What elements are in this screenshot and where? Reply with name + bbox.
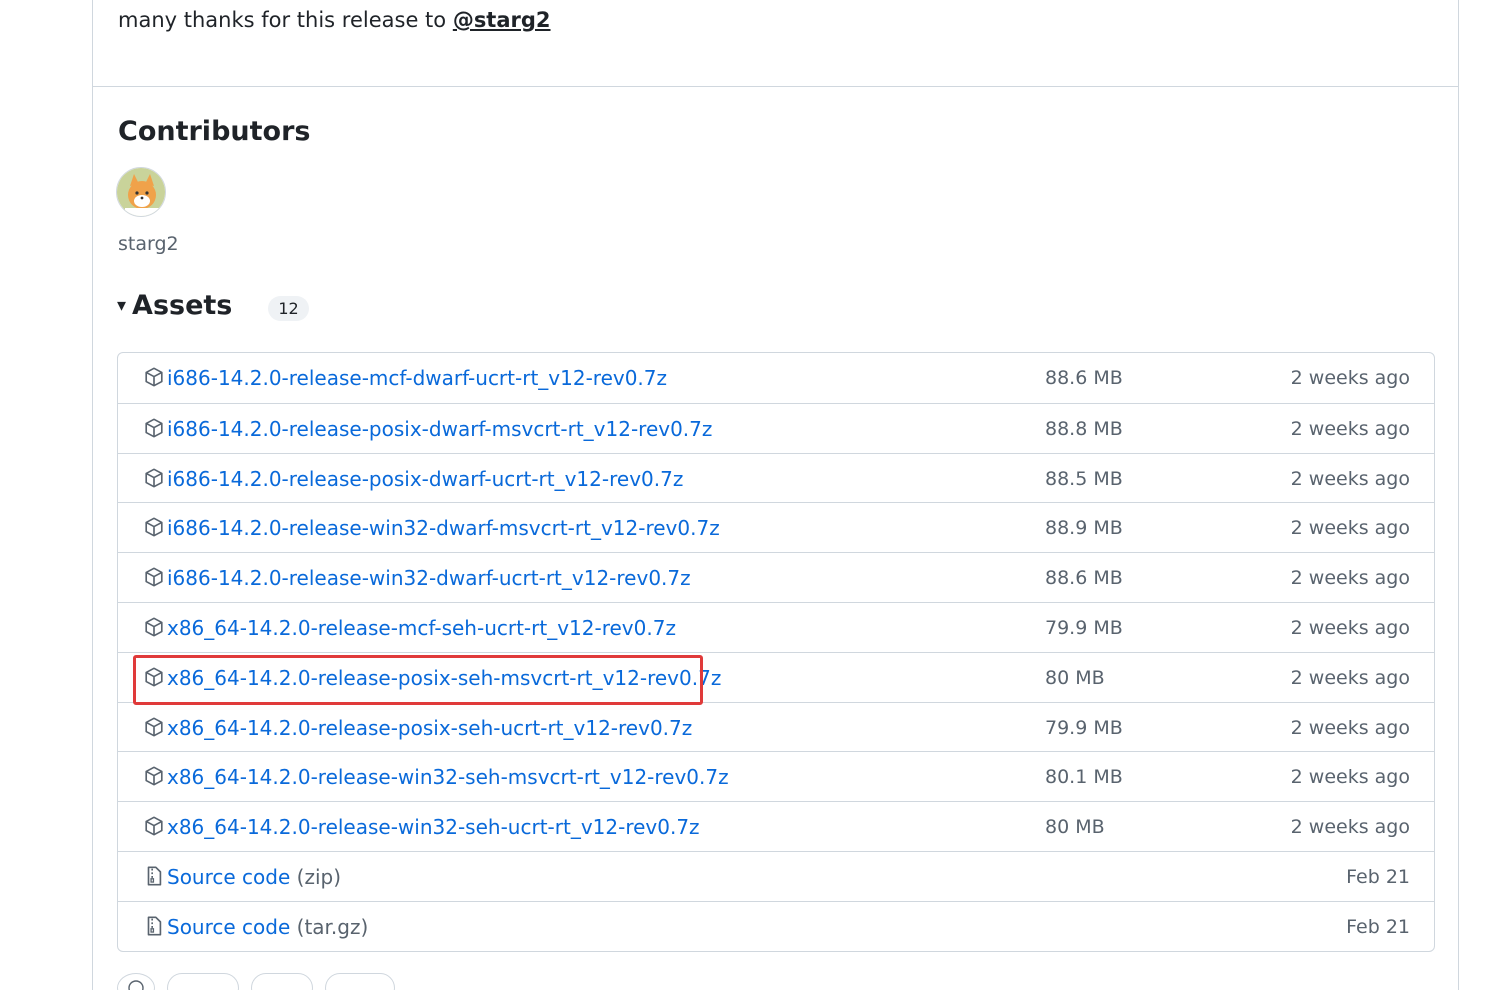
asset-download-link[interactable]: i686-14.2.0-release-win32-dwarf-ucrt-rt_… — [167, 566, 691, 590]
asset-download-link[interactable]: i686-14.2.0-release-posix-dwarf-msvcrt-r… — [167, 417, 712, 441]
contributor-avatar[interactable] — [116, 167, 166, 217]
asset-name: x86_64-14.2.0-release-posix-seh-ucrt-rt_… — [167, 715, 693, 740]
caret-down-icon: ▾ — [117, 295, 127, 316]
assets-list: i686-14.2.0-release-mcf-dwarf-ucrt-rt_v1… — [117, 352, 1435, 952]
asset-size: 80 MB — [1045, 666, 1105, 689]
asset-date: 2 weeks ago — [1290, 567, 1410, 590]
asset-name: i686-14.2.0-release-posix-dwarf-msvcrt-r… — [167, 416, 713, 441]
package-icon — [143, 666, 165, 688]
asset-row: i686-14.2.0-release-win32-dwarf-ucrt-rt_… — [118, 552, 1434, 602]
contributor-name[interactable]: starg2 — [118, 233, 179, 255]
asset-row: x86_64-14.2.0-release-posix-seh-ucrt-rt_… — [118, 701, 1434, 752]
asset-download-link[interactable]: Source code (tar.gz) — [167, 915, 368, 939]
asset-date: Feb 21 — [1346, 915, 1410, 938]
asset-size: 88.6 MB — [1045, 367, 1123, 389]
assets-summary[interactable]: ▾ Assets 12 — [117, 290, 309, 321]
asset-size: 80.1 MB — [1045, 766, 1123, 789]
reaction-rocket[interactable] — [325, 973, 395, 990]
asset-row: x86_64-14.2.0-release-win32-seh-ucrt-rt_… — [118, 801, 1434, 851]
fox-avatar-icon — [117, 168, 165, 216]
asset-download-link[interactable]: x86_64-14.2.0-release-posix-seh-ucrt-rt_… — [167, 716, 692, 740]
asset-name: x86_64-14.2.0-release-mcf-seh-ucrt-rt_v1… — [167, 615, 676, 640]
asset-date: 2 weeks ago — [1290, 517, 1410, 540]
asset-row: i686-14.2.0-release-posix-dwarf-ucrt-rt_… — [118, 452, 1434, 503]
asset-row: Source code (zip) Feb 21 — [118, 850, 1434, 901]
reactions-bar — [117, 973, 395, 990]
add-reaction-button[interactable] — [117, 973, 155, 990]
asset-date: 2 weeks ago — [1290, 716, 1410, 739]
asset-date: 2 weeks ago — [1290, 766, 1410, 789]
asset-row: x86_64-14.2.0-release-mcf-seh-ucrt-rt_v1… — [118, 601, 1434, 652]
asset-date: 2 weeks ago — [1290, 816, 1410, 839]
asset-name: x86_64-14.2.0-release-win32-seh-msvcrt-r… — [167, 765, 729, 790]
package-icon — [143, 467, 165, 489]
asset-row: i686-14.2.0-release-posix-dwarf-msvcrt-r… — [118, 402, 1434, 453]
package-icon — [143, 616, 165, 638]
reaction-hooray[interactable] — [251, 973, 313, 990]
asset-row: i686-14.2.0-release-mcf-dwarf-ucrt-rt_v1… — [118, 353, 1434, 403]
package-icon — [143, 366, 165, 388]
asset-download-link[interactable]: x86_64-14.2.0-release-win32-seh-msvcrt-r… — [167, 765, 729, 789]
asset-name: Source code — [167, 864, 291, 889]
asset-row: Source code (tar.gz) Feb 21 — [118, 900, 1434, 951]
asset-date: 2 weeks ago — [1290, 666, 1410, 689]
thanks-text: many thanks for this release to — [118, 8, 447, 32]
asset-download-link[interactable]: Source code (zip) — [167, 865, 341, 889]
contributors-heading: Contributors — [118, 116, 311, 147]
asset-download-link[interactable]: i686-14.2.0-release-mcf-dwarf-ucrt-rt_v1… — [167, 366, 667, 390]
package-icon — [143, 417, 165, 439]
asset-name: i686-14.2.0-release-win32-dwarf-msvcrt-r… — [167, 516, 720, 541]
file-zip-icon — [143, 865, 165, 887]
asset-size: 88.6 MB — [1045, 567, 1123, 590]
asset-download-link[interactable]: x86_64-14.2.0-release-posix-seh-msvcrt-r… — [167, 666, 721, 690]
asset-name: i686-14.2.0-release-posix-dwarf-ucrt-rt_… — [167, 466, 684, 491]
reaction-thumbs-up[interactable] — [167, 973, 239, 990]
package-icon — [143, 566, 165, 588]
asset-format: (tar.gz) — [296, 914, 369, 939]
asset-size: 80 MB — [1045, 816, 1105, 839]
asset-date: 2 weeks ago — [1290, 417, 1410, 440]
package-icon — [143, 815, 165, 837]
asset-size: 88.9 MB — [1045, 517, 1123, 540]
asset-download-link[interactable]: i686-14.2.0-release-posix-dwarf-ucrt-rt_… — [167, 467, 683, 491]
asset-row: i686-14.2.0-release-win32-dwarf-msvcrt-r… — [118, 502, 1434, 552]
file-zip-icon — [143, 915, 165, 937]
asset-size: 79.9 MB — [1045, 716, 1123, 739]
asset-download-link[interactable]: i686-14.2.0-release-win32-dwarf-msvcrt-r… — [167, 516, 720, 540]
asset-download-link[interactable]: x86_64-14.2.0-release-mcf-seh-ucrt-rt_v1… — [167, 616, 676, 640]
asset-download-link[interactable]: x86_64-14.2.0-release-win32-seh-ucrt-rt_… — [167, 815, 700, 839]
asset-date: 2 weeks ago — [1290, 367, 1410, 389]
package-icon — [143, 716, 165, 738]
release-note-text: many thanks for this release to @starg2 — [118, 8, 551, 32]
asset-row: x86_64-14.2.0-release-posix-seh-msvcrt-r… — [118, 651, 1434, 702]
package-icon — [143, 765, 165, 787]
asset-date: 2 weeks ago — [1290, 616, 1410, 639]
asset-name: i686-14.2.0-release-mcf-dwarf-ucrt-rt_v1… — [167, 366, 668, 390]
smiley-icon — [128, 980, 144, 990]
mention-link[interactable]: @starg2 — [453, 8, 551, 32]
assets-count-badge: 12 — [268, 296, 309, 321]
asset-size: 79.9 MB — [1045, 616, 1123, 639]
section-divider — [93, 86, 1458, 87]
asset-name: Source code — [167, 914, 291, 939]
asset-row: x86_64-14.2.0-release-win32-seh-msvcrt-r… — [118, 751, 1434, 801]
release-page: many thanks for this release to @starg2 … — [0, 0, 1499, 990]
asset-name: x86_64-14.2.0-release-win32-seh-ucrt-rt_… — [167, 815, 700, 840]
assets-heading: Assets — [132, 290, 233, 321]
asset-size: 88.5 MB — [1045, 467, 1123, 490]
asset-name: x86_64-14.2.0-release-posix-seh-msvcrt-r… — [167, 665, 722, 690]
asset-date: Feb 21 — [1346, 865, 1410, 888]
asset-size: 88.8 MB — [1045, 417, 1123, 440]
package-icon — [143, 516, 165, 538]
asset-format: (zip) — [296, 864, 341, 889]
asset-date: 2 weeks ago — [1290, 467, 1410, 490]
asset-name: i686-14.2.0-release-win32-dwarf-ucrt-rt_… — [167, 566, 691, 591]
